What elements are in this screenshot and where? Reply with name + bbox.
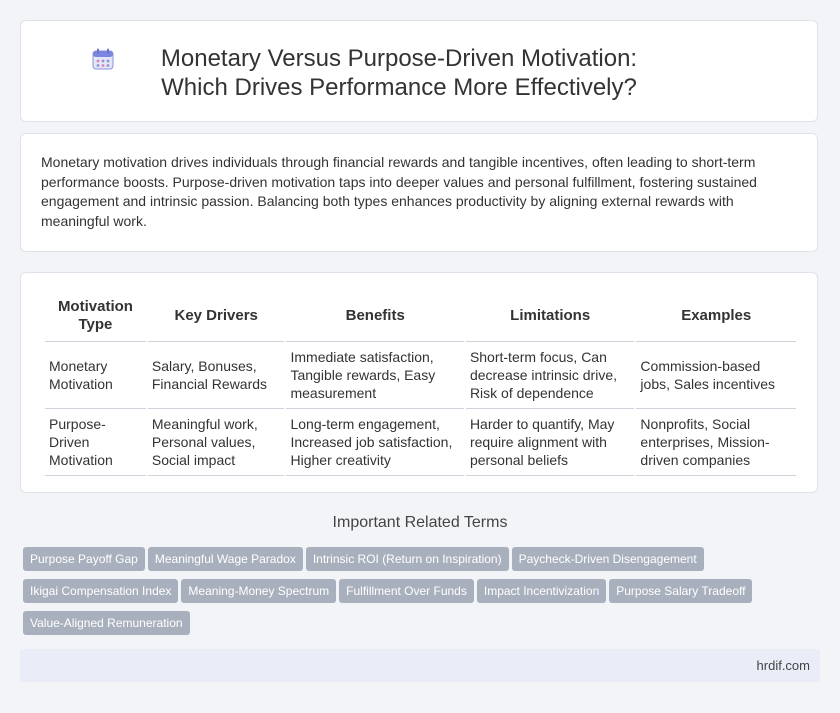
intro-paragraph: Monetary motivation drives individuals t…	[41, 154, 757, 229]
header-card: Monetary Versus Purpose-Driven Motivatio…	[20, 20, 818, 122]
table-cell: Short-term focus, Can decrease intrinsic…	[465, 342, 635, 409]
table-row: Purpose-Driven Motivation Meaningful wor…	[45, 409, 796, 476]
related-term-tag[interactable]: Purpose Salary Tradeoff	[609, 579, 753, 603]
table-cell: Purpose-Driven Motivation	[45, 409, 146, 476]
page-title: Monetary Versus Purpose-Driven Motivatio…	[160, 45, 638, 101]
table-header-row: Motivation Type Key Drivers Benefits Lim…	[45, 293, 796, 342]
table-cell: Monetary Motivation	[45, 342, 146, 409]
table-card: Motivation Type Key Drivers Benefits Lim…	[20, 272, 818, 493]
related-term-tag[interactable]: Intrinsic ROI (Return on Inspiration)	[305, 547, 509, 571]
table-cell: Commission-based jobs, Sales incentives	[636, 342, 796, 409]
table-cell: Salary, Bonuses, Financial Rewards	[147, 342, 285, 409]
column-header: Key Drivers	[147, 293, 285, 342]
column-header: Limitations	[465, 293, 635, 342]
related-term-tag[interactable]: Purpose Payoff Gap	[23, 547, 145, 571]
related-terms-list: Purpose Payoff Gap Meaningful Wage Parado…	[23, 547, 803, 643]
table-cell: Meaningful work, Personal values, Social…	[147, 409, 285, 476]
table-cell: Immediate satisfaction, Tangible rewards…	[286, 342, 464, 409]
footer-site-link[interactable]: hrdif.com	[757, 658, 810, 673]
table-cell: Nonprofits, Social enterprises, Mission-…	[636, 409, 796, 476]
related-term-tag[interactable]: Fulfillment Over Funds	[339, 579, 474, 603]
column-header: Benefits	[286, 293, 464, 342]
table-cell: Long-term engagement, Increased job sati…	[286, 409, 464, 476]
related-term-tag[interactable]: Meaning-Money Spectrum	[181, 579, 337, 603]
table-row: Monetary Motivation Salary, Bonuses, Fin…	[45, 342, 796, 409]
comparison-table: Motivation Type Key Drivers Benefits Lim…	[43, 293, 798, 476]
related-terms-title: Important Related Terms	[332, 514, 508, 531]
footer: hrdif.com	[20, 649, 820, 682]
column-header: Examples	[636, 293, 796, 342]
related-term-tag[interactable]: Value-Aligned Remuneration	[23, 611, 190, 635]
column-header: Motivation Type	[45, 293, 146, 342]
table-cell: Harder to quantify, May require alignmen…	[465, 409, 635, 476]
related-term-tag[interactable]: Paycheck-Driven Disengagement	[511, 547, 704, 571]
related-term-tag[interactable]: Impact Incentivization	[476, 579, 607, 603]
related-term-tag[interactable]: Ikigai Compensation Index	[23, 579, 179, 603]
related-term-tag[interactable]: Meaningful Wage Paradox	[147, 547, 303, 571]
intro-card: Monetary motivation drives individuals t…	[20, 133, 818, 252]
